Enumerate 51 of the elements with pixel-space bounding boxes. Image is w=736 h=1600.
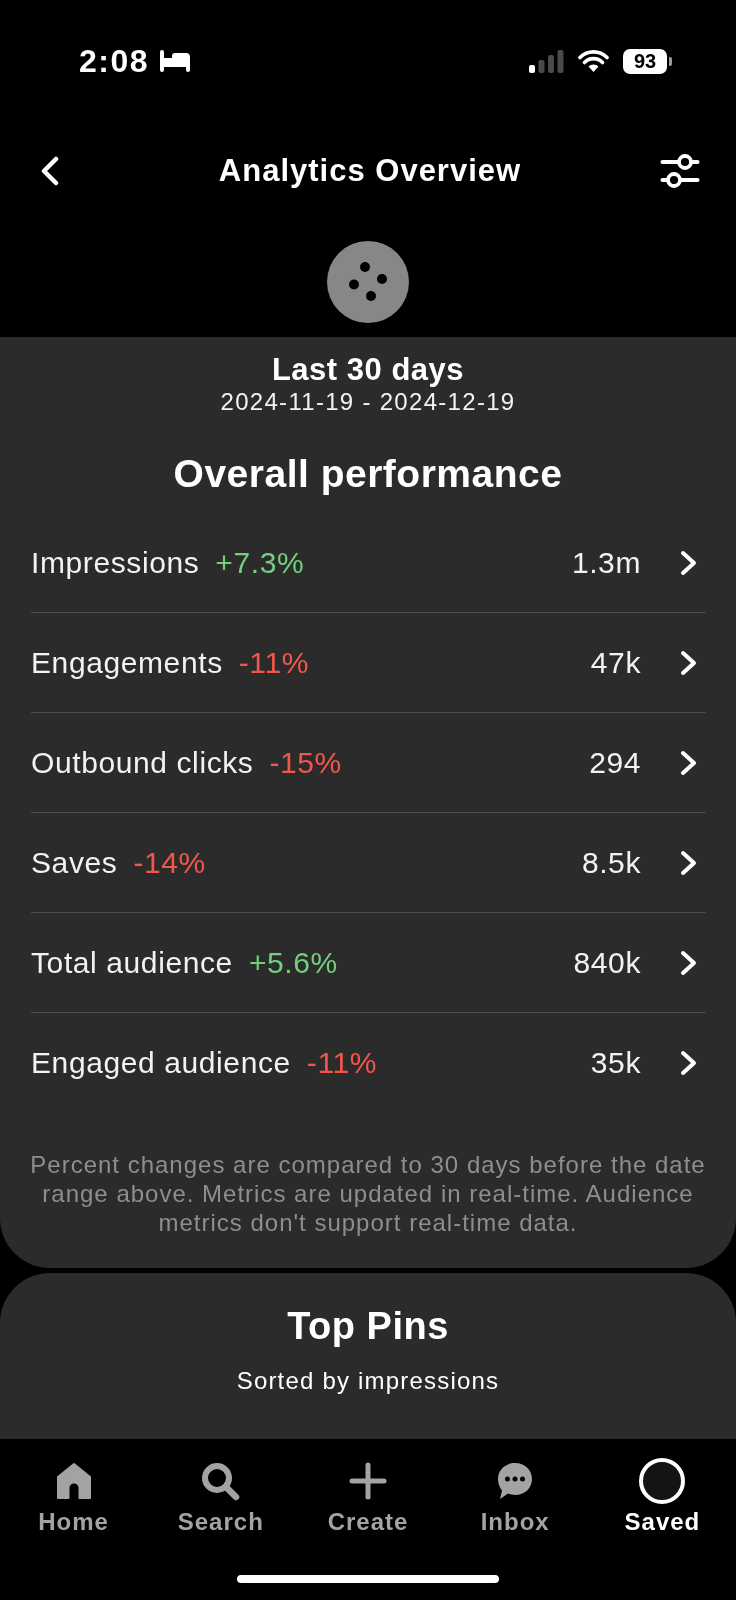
wifi-icon <box>578 50 609 72</box>
date-range-title[interactable]: Last 30 days <box>271 353 465 387</box>
signal-icon <box>529 49 564 73</box>
page-title: Analytics Overview <box>218 152 522 190</box>
back-chevron-icon <box>40 156 60 186</box>
battery-percent: 93 <box>623 48 667 74</box>
status-time: 2:08 <box>79 42 150 81</box>
metric-value: 35k <box>590 1045 641 1081</box>
home-icon <box>55 1462 92 1500</box>
metric-name[interactable]: Outbound clicks <box>31 744 254 781</box>
plus-icon <box>349 1462 387 1500</box>
search-icon <box>201 1461 241 1501</box>
chevron-right-icon[interactable] <box>679 549 698 576</box>
nav-tab[interactable]: Search <box>177 1458 264 1536</box>
metric-name[interactable]: Total audience <box>31 944 233 981</box>
metric-name[interactable]: Engaged audience <box>31 1045 291 1081</box>
nav-tab[interactable]: Create <box>327 1458 409 1536</box>
metric-value: 294 <box>589 744 641 781</box>
filter-button[interactable] <box>660 153 700 189</box>
metric-value: 840k <box>573 944 641 981</box>
dots-icon[interactable] <box>327 241 409 323</box>
chevron-right-icon[interactable] <box>679 749 698 776</box>
bed-icon <box>158 50 193 72</box>
nav-tab[interactable]: Home <box>38 1458 109 1536</box>
metric-value: 47k <box>590 644 641 681</box>
chat-bubble-icon <box>497 1462 534 1500</box>
metric-change: -14% <box>133 844 206 881</box>
avatar-icon <box>639 1458 686 1504</box>
metric-name[interactable]: Engagements <box>31 644 223 681</box>
metric-change: -11% <box>238 644 309 681</box>
chevron-right-icon[interactable] <box>679 849 698 876</box>
metric-name[interactable]: Impressions <box>31 544 200 581</box>
footnote: Percent changes are compared to 30 days before the date range above. Metrics are updated in real-time. Audience metrics don't support real-time data. <box>29 1150 707 1237</box>
metric-change: +7.3% <box>215 544 305 581</box>
date-range: 2024-11-19 - 2024-12-19 <box>220 387 516 417</box>
metric-value: 8.5k <box>581 844 641 881</box>
chevron-right-icon[interactable] <box>679 649 698 676</box>
top-pins-title: Top Pins <box>287 1304 449 1349</box>
section-title: Overall performance <box>173 452 563 496</box>
top-pins-subtitle: Sorted by impressions <box>236 1366 500 1396</box>
nav-tab[interactable]: Saved <box>624 1458 701 1536</box>
metric-value: 1.3m <box>571 544 641 581</box>
back-button[interactable] <box>40 156 60 186</box>
sliders-icon <box>660 153 700 189</box>
metric-change: -15% <box>269 744 342 781</box>
metric-change: -11% <box>306 1045 378 1081</box>
nav-tab[interactable]: Inbox <box>480 1458 550 1536</box>
chevron-right-icon[interactable] <box>679 949 698 976</box>
chevron-right-icon[interactable] <box>679 1050 698 1076</box>
metric-change: +5.6% <box>248 944 338 981</box>
metric-name[interactable]: Saves <box>31 844 118 881</box>
